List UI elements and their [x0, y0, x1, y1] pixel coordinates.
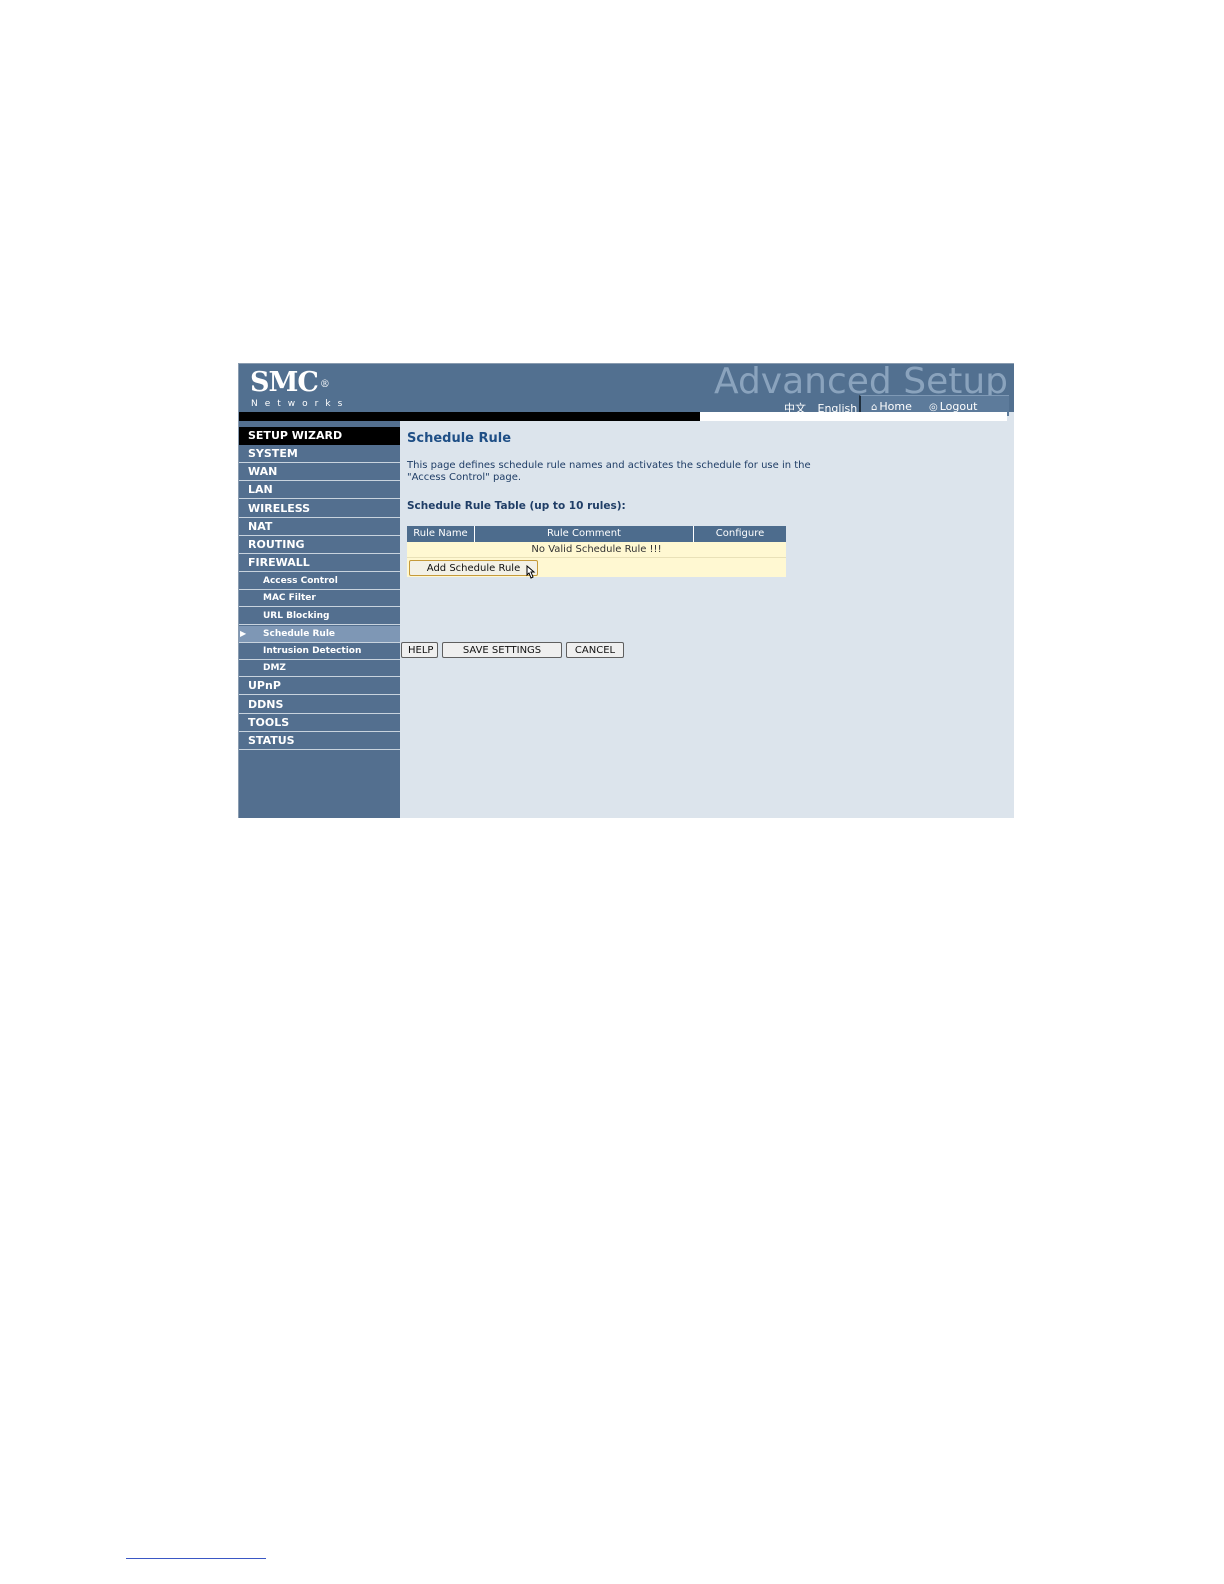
smc-logo: SMC ® — [250, 367, 330, 398]
column-rule-comment: Rule Comment — [475, 526, 694, 542]
sidebar-item-status[interactable]: STATUS — [239, 732, 400, 750]
sidebar-item-url-blocking[interactable]: URL Blocking — [239, 608, 400, 625]
mouse-pointer-icon — [526, 565, 536, 579]
cancel-button[interactable]: CANCEL — [566, 642, 624, 658]
sidebar-item-lan[interactable]: LAN — [239, 481, 400, 499]
sidebar-item-setup-wizard[interactable]: SETUP WIZARD — [239, 427, 400, 445]
column-configure: Configure — [715, 528, 765, 539]
sidebar-item-schedule-rule-label: Schedule Rule — [263, 629, 336, 639]
sidebar-item-upnp[interactable]: UPnP — [239, 677, 400, 695]
logo-text: SMC — [250, 367, 319, 398]
sidebar-item-nat[interactable]: NAT — [239, 518, 400, 536]
page-title: Schedule Rule — [407, 431, 512, 446]
sidebar-item-dmz[interactable]: DMZ — [239, 660, 400, 677]
sidebar-item-wan[interactable]: WAN — [239, 463, 400, 481]
sidebar-item-tools[interactable]: TOOLS — [239, 714, 400, 732]
sidebar-item-intrusion-detection[interactable]: Intrusion Detection — [239, 643, 400, 660]
sidebar-item-system[interactable]: SYSTEM — [239, 445, 400, 463]
registered-mark: ® — [319, 379, 330, 390]
table-header: Rule Name Rule Comment Configure — [407, 526, 786, 542]
schedule-rule-table: Rule Name Rule Comment Configure No Vali… — [407, 526, 786, 579]
header-divider-black — [239, 412, 700, 421]
sidebar-item-ddns[interactable]: DDNS — [239, 696, 400, 714]
header-divider-white — [700, 412, 1007, 421]
table-title: Schedule Rule Table (up to 10 rules): — [407, 500, 626, 512]
main-content: Schedule Rule This page defines schedule… — [400, 421, 1014, 818]
sidebar: SETUP WIZARD SYSTEM WAN LAN WIRELESS NAT… — [239, 421, 400, 818]
active-arrow-icon: ▶ — [240, 629, 247, 638]
sidebar-item-firewall[interactable]: FIREWALL — [239, 554, 400, 572]
header-banner: SMC ® Networks Advanced Setup 中文 English … — [239, 364, 1014, 416]
save-settings-button[interactable]: SAVE SETTINGS — [442, 642, 562, 658]
add-schedule-rule-button[interactable]: Add Schedule Rule — [409, 560, 538, 576]
sidebar-item-access-control[interactable]: Access Control — [239, 573, 400, 590]
empty-table-message: No Valid Schedule Rule !!! — [407, 542, 786, 558]
help-button[interactable]: HELP — [401, 642, 438, 658]
sidebar-item-routing[interactable]: ROUTING — [239, 536, 400, 554]
footnote-divider — [126, 1558, 266, 1559]
router-admin-screenshot: SMC ® Networks Advanced Setup 中文 English … — [238, 363, 1014, 818]
sidebar-item-mac-filter[interactable]: MAC Filter — [239, 590, 400, 607]
sidebar-item-schedule-rule[interactable]: ▶ Schedule Rule — [239, 626, 400, 643]
logo-subtitle: Networks — [251, 399, 350, 409]
sidebar-item-wireless[interactable]: WIRELESS — [239, 500, 400, 518]
page-description: This page defines schedule rule names an… — [407, 460, 811, 483]
column-rule-name: Rule Name — [407, 526, 475, 542]
table-button-row: Add Schedule Rule — [407, 558, 786, 579]
